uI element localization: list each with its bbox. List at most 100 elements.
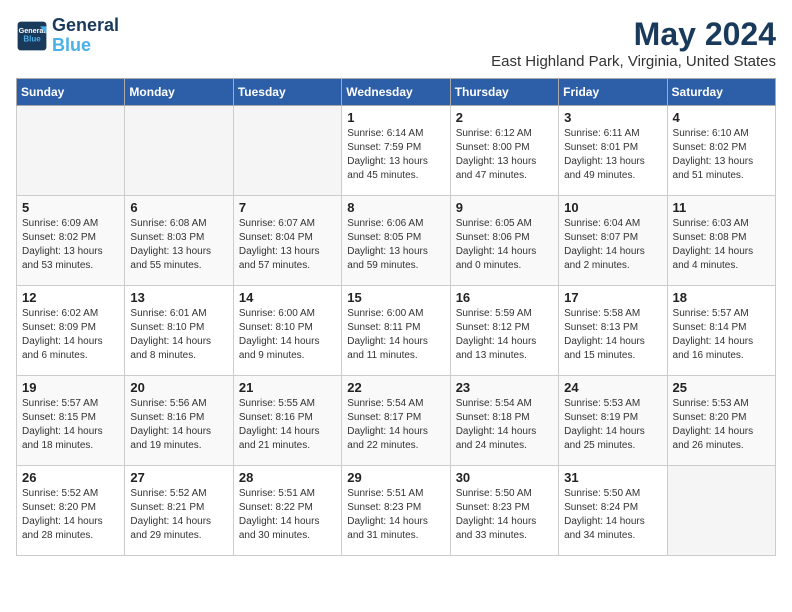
day-number: 17 [564,290,661,305]
day-info: Sunrise: 6:06 AM Sunset: 8:05 PM Dayligh… [347,217,444,273]
day-info: Sunrise: 5:55 AM Sunset: 8:16 PM Dayligh… [239,397,336,453]
calendar-cell: 10 Sunrise: 6:04 AM Sunset: 8:07 PM Dayli… [559,196,667,286]
calendar-cell: 23 Sunrise: 5:54 AM Sunset: 8:18 PM Dayli… [450,376,558,466]
calendar-cell: 27 Sunrise: 5:52 AM Sunset: 8:21 PM Dayli… [125,466,233,556]
day-number: 29 [347,470,444,485]
day-info: Sunrise: 6:09 AM Sunset: 8:02 PM Dayligh… [22,217,119,273]
day-info: Sunrise: 6:10 AM Sunset: 8:02 PM Dayligh… [673,127,770,183]
day-info: Sunrise: 5:53 AM Sunset: 8:19 PM Dayligh… [564,397,661,453]
day-number: 5 [22,200,119,215]
calendar-cell: 5 Sunrise: 6:09 AM Sunset: 8:02 PM Daylig… [17,196,125,286]
calendar-cell: 8Sunrise: 6:06 AM Sunset: 8:05 PM Daylig… [342,196,450,286]
day-number: 23 [456,380,553,395]
day-number: 10 [564,200,661,215]
day-number: 3 [564,110,661,125]
calendar-cell: 3 Sunrise: 6:11 AM Sunset: 8:01 PM Daylig… [559,106,667,196]
day-number: 19 [22,380,119,395]
calendar-cell: 26 Sunrise: 5:52 AM Sunset: 8:20 PM Dayli… [17,466,125,556]
calendar-cell [667,466,775,556]
calendar-week-row: 26 Sunrise: 5:52 AM Sunset: 8:20 PM Dayli… [17,466,776,556]
day-number: 11 [673,200,770,215]
page-header: General Blue General Blue May 2024 East … [16,16,776,70]
day-info: Sunrise: 6:03 AM Sunset: 8:08 PM Dayligh… [673,217,770,273]
day-number: 2 [456,110,553,125]
calendar-cell: 24 Sunrise: 5:53 AM Sunset: 8:19 PM Dayli… [559,376,667,466]
calendar-cell: 14Sunrise: 6:00 AM Sunset: 8:10 PM Dayli… [233,286,341,376]
calendar-cell: 19 Sunrise: 5:57 AM Sunset: 8:15 PM Dayli… [17,376,125,466]
weekday-header-thursday: Thursday [450,79,558,106]
calendar-cell: 28Sunrise: 5:51 AM Sunset: 8:22 PM Dayli… [233,466,341,556]
day-info: Sunrise: 6:07 AM Sunset: 8:04 PM Dayligh… [239,217,336,273]
calendar-week-row: 5 Sunrise: 6:09 AM Sunset: 8:02 PM Daylig… [17,196,776,286]
weekday-header-friday: Friday [559,79,667,106]
calendar-week-row: 12 Sunrise: 6:02 AM Sunset: 8:09 PM Dayli… [17,286,776,376]
calendar-cell: 20Sunrise: 5:56 AM Sunset: 8:16 PM Dayli… [125,376,233,466]
day-info: Sunrise: 6:11 AM Sunset: 8:01 PM Dayligh… [564,127,661,183]
svg-text:Blue: Blue [23,34,41,43]
calendar-cell: 12 Sunrise: 6:02 AM Sunset: 8:09 PM Dayli… [17,286,125,376]
location-title: East Highland Park, Virginia, United Sta… [491,53,776,70]
calendar-cell: 13Sunrise: 6:01 AM Sunset: 8:10 PM Dayli… [125,286,233,376]
logo: General Blue General Blue [16,16,119,56]
day-number: 27 [130,470,227,485]
day-info: Sunrise: 5:50 AM Sunset: 8:24 PM Dayligh… [564,487,661,543]
calendar-cell: 17Sunrise: 5:58 AM Sunset: 8:13 PM Dayli… [559,286,667,376]
day-info: Sunrise: 5:54 AM Sunset: 8:18 PM Dayligh… [456,397,553,453]
day-number: 30 [456,470,553,485]
day-info: Sunrise: 6:04 AM Sunset: 8:07 PM Dayligh… [564,217,661,273]
day-info: Sunrise: 6:05 AM Sunset: 8:06 PM Dayligh… [456,217,553,273]
day-info: Sunrise: 5:57 AM Sunset: 8:15 PM Dayligh… [22,397,119,453]
calendar-week-row: 1 Sunrise: 6:14 AM Sunset: 7:59 PM Daylig… [17,106,776,196]
weekday-header-wednesday: Wednesday [342,79,450,106]
calendar-cell [125,106,233,196]
day-number: 4 [673,110,770,125]
day-info: Sunrise: 5:51 AM Sunset: 8:22 PM Dayligh… [239,487,336,543]
title-block: May 2024 East Highland Park, Virginia, U… [491,16,776,70]
day-number: 31 [564,470,661,485]
calendar-cell [17,106,125,196]
calendar-cell: 21 Sunrise: 5:55 AM Sunset: 8:16 PM Dayli… [233,376,341,466]
day-number: 12 [22,290,119,305]
day-number: 25 [673,380,770,395]
calendar-cell: 30 Sunrise: 5:50 AM Sunset: 8:23 PM Dayli… [450,466,558,556]
day-number: 6 [130,200,227,215]
day-info: Sunrise: 5:53 AM Sunset: 8:20 PM Dayligh… [673,397,770,453]
day-number: 1 [347,110,444,125]
day-number: 24 [564,380,661,395]
day-number: 21 [239,380,336,395]
calendar-cell: 25 Sunrise: 5:53 AM Sunset: 8:20 PM Dayli… [667,376,775,466]
day-info: Sunrise: 6:02 AM Sunset: 8:09 PM Dayligh… [22,307,119,363]
weekday-header-monday: Monday [125,79,233,106]
calendar-cell: 16Sunrise: 5:59 AM Sunset: 8:12 PM Dayli… [450,286,558,376]
logo-icon: General Blue [16,20,48,52]
day-info: Sunrise: 5:52 AM Sunset: 8:21 PM Dayligh… [130,487,227,543]
weekday-header-tuesday: Tuesday [233,79,341,106]
day-info: Sunrise: 6:14 AM Sunset: 7:59 PM Dayligh… [347,127,444,183]
day-number: 22 [347,380,444,395]
day-info: Sunrise: 6:08 AM Sunset: 8:03 PM Dayligh… [130,217,227,273]
calendar-cell: 6 Sunrise: 6:08 AM Sunset: 8:03 PM Daylig… [125,196,233,286]
day-info: Sunrise: 5:56 AM Sunset: 8:16 PM Dayligh… [130,397,227,453]
day-number: 18 [673,290,770,305]
calendar-cell: 18 Sunrise: 5:57 AM Sunset: 8:14 PM Dayli… [667,286,775,376]
day-number: 26 [22,470,119,485]
day-number: 13 [130,290,227,305]
calendar-cell: 7Sunrise: 6:07 AM Sunset: 8:04 PM Daylig… [233,196,341,286]
day-info: Sunrise: 5:57 AM Sunset: 8:14 PM Dayligh… [673,307,770,363]
day-number: 9 [456,200,553,215]
day-info: Sunrise: 5:54 AM Sunset: 8:17 PM Dayligh… [347,397,444,453]
calendar-table: SundayMondayTuesdayWednesdayThursdayFrid… [16,78,776,556]
calendar-week-row: 19 Sunrise: 5:57 AM Sunset: 8:15 PM Dayli… [17,376,776,466]
calendar-cell: 31 Sunrise: 5:50 AM Sunset: 8:24 PM Dayli… [559,466,667,556]
calendar-cell: 29Sunrise: 5:51 AM Sunset: 8:23 PM Dayli… [342,466,450,556]
weekday-header-saturday: Saturday [667,79,775,106]
day-info: Sunrise: 6:00 AM Sunset: 8:11 PM Dayligh… [347,307,444,363]
calendar-cell: 9 Sunrise: 6:05 AM Sunset: 8:06 PM Daylig… [450,196,558,286]
day-info: Sunrise: 6:12 AM Sunset: 8:00 PM Dayligh… [456,127,553,183]
calendar-cell: 1 Sunrise: 6:14 AM Sunset: 7:59 PM Daylig… [342,106,450,196]
day-info: Sunrise: 5:52 AM Sunset: 8:20 PM Dayligh… [22,487,119,543]
logo-text-line2: Blue [52,36,119,56]
calendar-cell: 15Sunrise: 6:00 AM Sunset: 8:11 PM Dayli… [342,286,450,376]
day-info: Sunrise: 5:50 AM Sunset: 8:23 PM Dayligh… [456,487,553,543]
weekday-header-sunday: Sunday [17,79,125,106]
